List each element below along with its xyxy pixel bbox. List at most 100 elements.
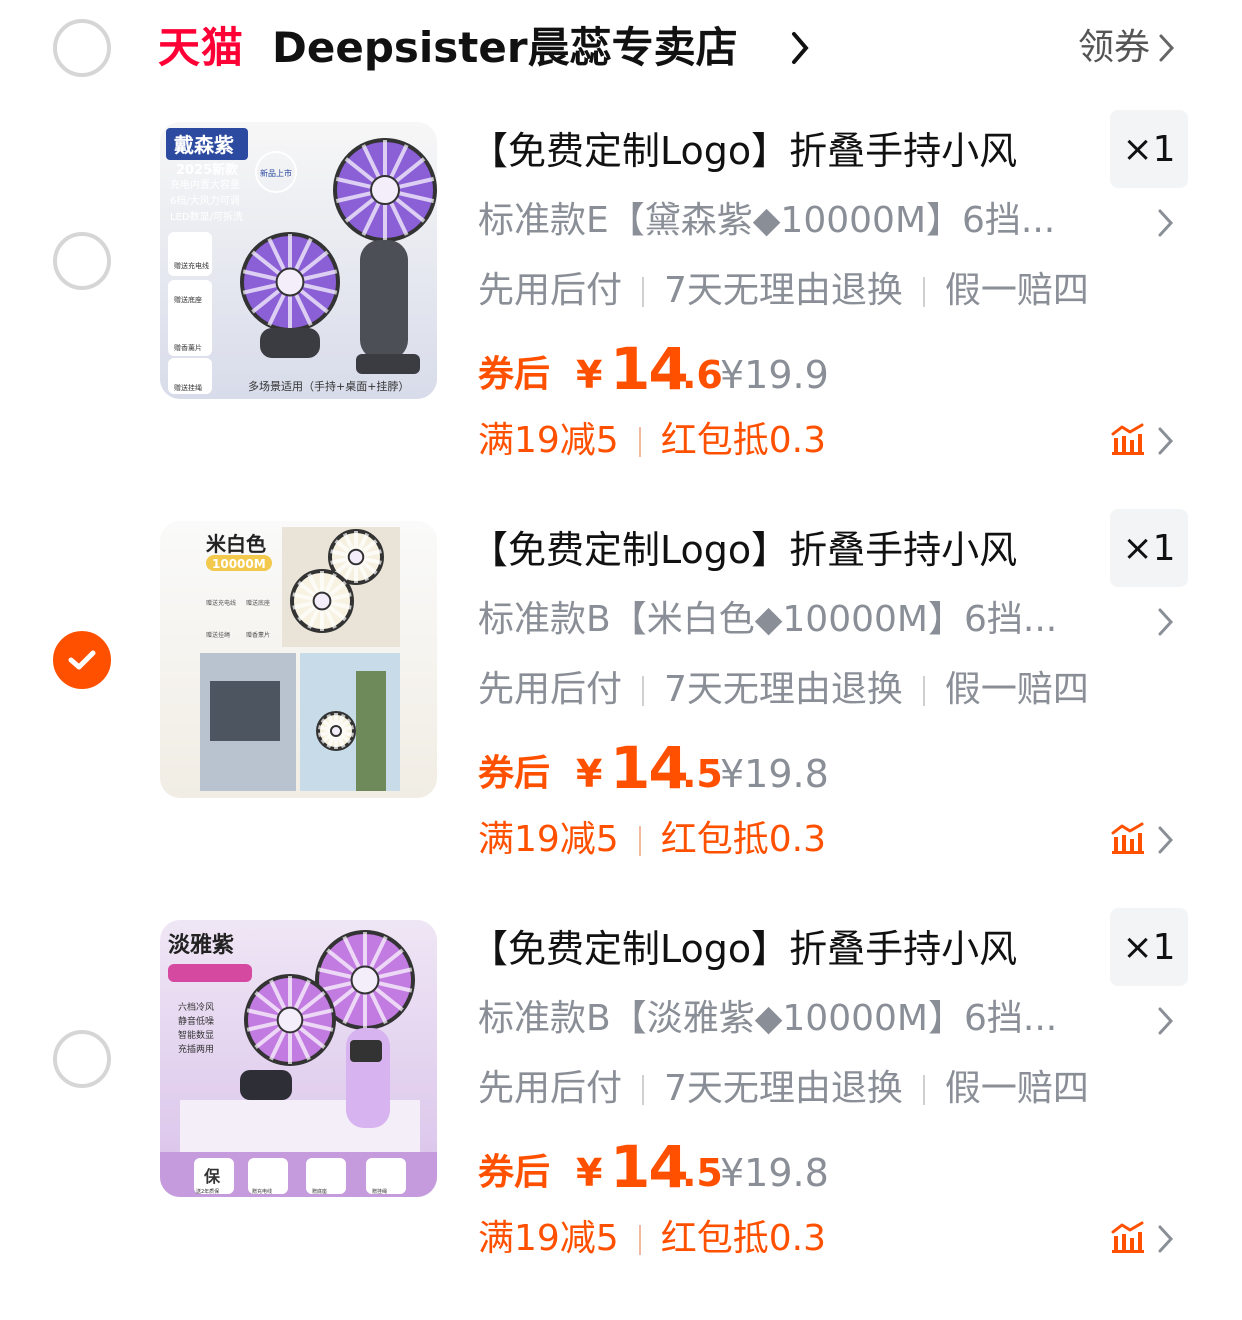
fan-graphic [316,711,356,751]
thumb-seal: 新品上市 [260,168,292,178]
price-trend-icon[interactable] [1110,422,1146,456]
divider [922,1075,925,1105]
divider [642,1075,645,1105]
service-tag: 先用后付 [478,669,623,710]
price-trend-icon[interactable] [1110,1220,1146,1254]
thumb-tag: 米白色 [206,532,266,556]
thumb-gift: 赠送充电线 [174,261,209,270]
thumb-gift: 赠送底座 [246,599,270,607]
thumb-gift: 赠充电线 [252,1188,272,1195]
item-select-radio[interactable] [53,232,111,290]
thumb-sub: 10000M [212,557,266,571]
product-thumbnail[interactable]: 戴森紫 2025新款 充电内置大容量 6档/大风力可调 LED数显/可拆洗 赠送… [160,122,437,399]
price-label: 券后 [478,1152,551,1193]
thumb-gift: 赠香薰片 [174,343,202,352]
chevron-right-icon[interactable] [1156,825,1176,855]
divider [922,277,925,307]
cart-item: 淡雅紫 六档冷风 静音低噪 智能数显 充插两用 保 送2年质保 赠充电线 赠底座… [0,908,1242,1320]
thumb-feature: 6档/大风力可调 [170,194,240,207]
thumb-gift: 赠挂绳 [372,1188,387,1195]
promo-tags[interactable]: 满19减5 红包抵0.3 [478,817,826,863]
service-tag: 假一赔四 [944,669,1089,710]
thumb-tag: 戴森紫 [174,133,234,157]
service-tag: 假一赔四 [944,1068,1089,1109]
original-price: ¥19.9 [720,353,829,397]
price-label: 券后 [478,753,551,794]
thumb-feature: 静音低噪 [178,1015,214,1027]
fan-graphic [244,974,336,1066]
cart-item: 米白色 10000M 赠送充电线 赠送底座 赠送挂绳 赠香薰片 【免费定制Log… [0,509,1242,921]
chevron-right-icon[interactable] [1156,607,1176,637]
shop-name[interactable]: Deepsister晨蕊专卖店 [272,22,738,74]
promo-tag: 满19减5 [478,819,619,860]
service-tags: 先用后付 7天无理由退换 假一赔四 [478,1066,1089,1112]
thumb-feature: 智能数显 [178,1029,214,1041]
thumb-gift: 赠送充电线 [206,599,236,607]
product-title[interactable]: 【免费定制Logo】折叠手持小风 [470,924,1017,974]
sku-selector[interactable]: 标准款B【淡雅紫◆10000M】6挡... [478,996,1118,1042]
service-tags: 先用后付 7天无理由退换 假一赔四 [478,667,1089,713]
price-label: 券后 [478,354,551,395]
divider [642,676,645,706]
price-integer: 14 [610,1133,689,1201]
get-coupon-button[interactable]: 领券 [1078,25,1150,71]
service-tag: 7天无理由退换 [664,270,903,311]
quantity-badge[interactable]: ×1 [1110,908,1188,986]
product-thumbnail[interactable]: 米白色 10000M 赠送充电线 赠送底座 赠送挂绳 赠香薰片 [160,521,437,798]
checkmark-icon [68,650,96,670]
price-integer: 14 [610,734,689,802]
promo-tag: 满19减5 [478,420,619,461]
chevron-right-icon[interactable] [1158,33,1176,63]
sku-selector[interactable]: 标准款B【米白色◆10000M】6挡... [478,597,1118,643]
original-price: ¥19.8 [720,752,829,796]
product-title[interactable]: 【免费定制Logo】折叠手持小风 [470,126,1017,176]
fan-graphic [333,138,437,242]
chevron-right-icon[interactable] [1156,426,1176,456]
original-price: ¥19.8 [720,1151,829,1195]
sku-selector[interactable]: 标准款E【黛森紫◆10000M】6挡... [478,198,1118,244]
chevron-right-icon[interactable] [790,30,812,66]
price-decimal: .6 [682,353,723,397]
chevron-right-icon[interactable] [1156,1006,1176,1036]
price-integer: 14 [610,335,689,403]
promo-tag: 红包抵0.3 [660,420,826,461]
currency-symbol: ¥ [576,353,603,397]
thumb-gift: 赠送挂绳 [174,383,202,392]
thumb-gift: 赠送挂绳 [206,631,230,639]
promo-tags[interactable]: 满19减5 红包抵0.3 [478,418,826,464]
quantity-badge[interactable]: ×1 [1110,509,1188,587]
chevron-right-icon[interactable] [1156,1224,1176,1254]
cart-item: 戴森紫 2025新款 充电内置大容量 6档/大风力可调 LED数显/可拆洗 赠送… [0,110,1242,522]
divider [638,1225,641,1255]
quantity-badge[interactable]: ×1 [1110,110,1188,188]
divider [922,676,925,706]
fan-graphic [290,569,354,633]
thumb-feature: 六档冷风 [178,1001,214,1013]
service-tag: 先用后付 [478,270,623,311]
shop-select-radio[interactable] [53,19,111,77]
thumb-tag: 淡雅紫 [168,932,234,958]
price-trend-icon[interactable] [1110,821,1146,855]
thumb-gift: 送2年质保 [196,1188,219,1195]
thumb-gift: 赠香薰片 [246,631,270,639]
promo-tag: 红包抵0.3 [660,1218,826,1259]
promo-tag: 满19减5 [478,1218,619,1259]
thumb-sub: 2025新款 [176,162,239,178]
thumb-gift: 赠送底座 [174,295,202,304]
price-decimal: .5 [682,752,723,796]
item-select-radio[interactable] [53,1030,111,1088]
thumb-seal: 保 [203,1167,221,1186]
product-thumbnail[interactable]: 淡雅紫 六档冷风 静音低噪 智能数显 充插两用 保 送2年质保 赠充电线 赠底座… [160,920,437,1197]
service-tags: 先用后付 7天无理由退换 假一赔四 [478,268,1089,314]
product-title[interactable]: 【免费定制Logo】折叠手持小风 [470,525,1017,575]
promo-tags[interactable]: 满19减5 红包抵0.3 [478,1216,826,1262]
item-select-radio[interactable] [53,631,111,689]
chevron-right-icon[interactable] [1156,208,1176,238]
fan-graphic [240,232,340,332]
thumb-feature: LED数显/可拆洗 [170,210,243,223]
thumb-caption: 多场景适用（手持+桌面+挂脖） [248,379,409,393]
thumb-feature: 充电内置大容量 [170,178,240,191]
thumb-feature: 充插两用 [178,1043,214,1055]
divider [638,826,641,856]
service-tag: 假一赔四 [944,270,1089,311]
